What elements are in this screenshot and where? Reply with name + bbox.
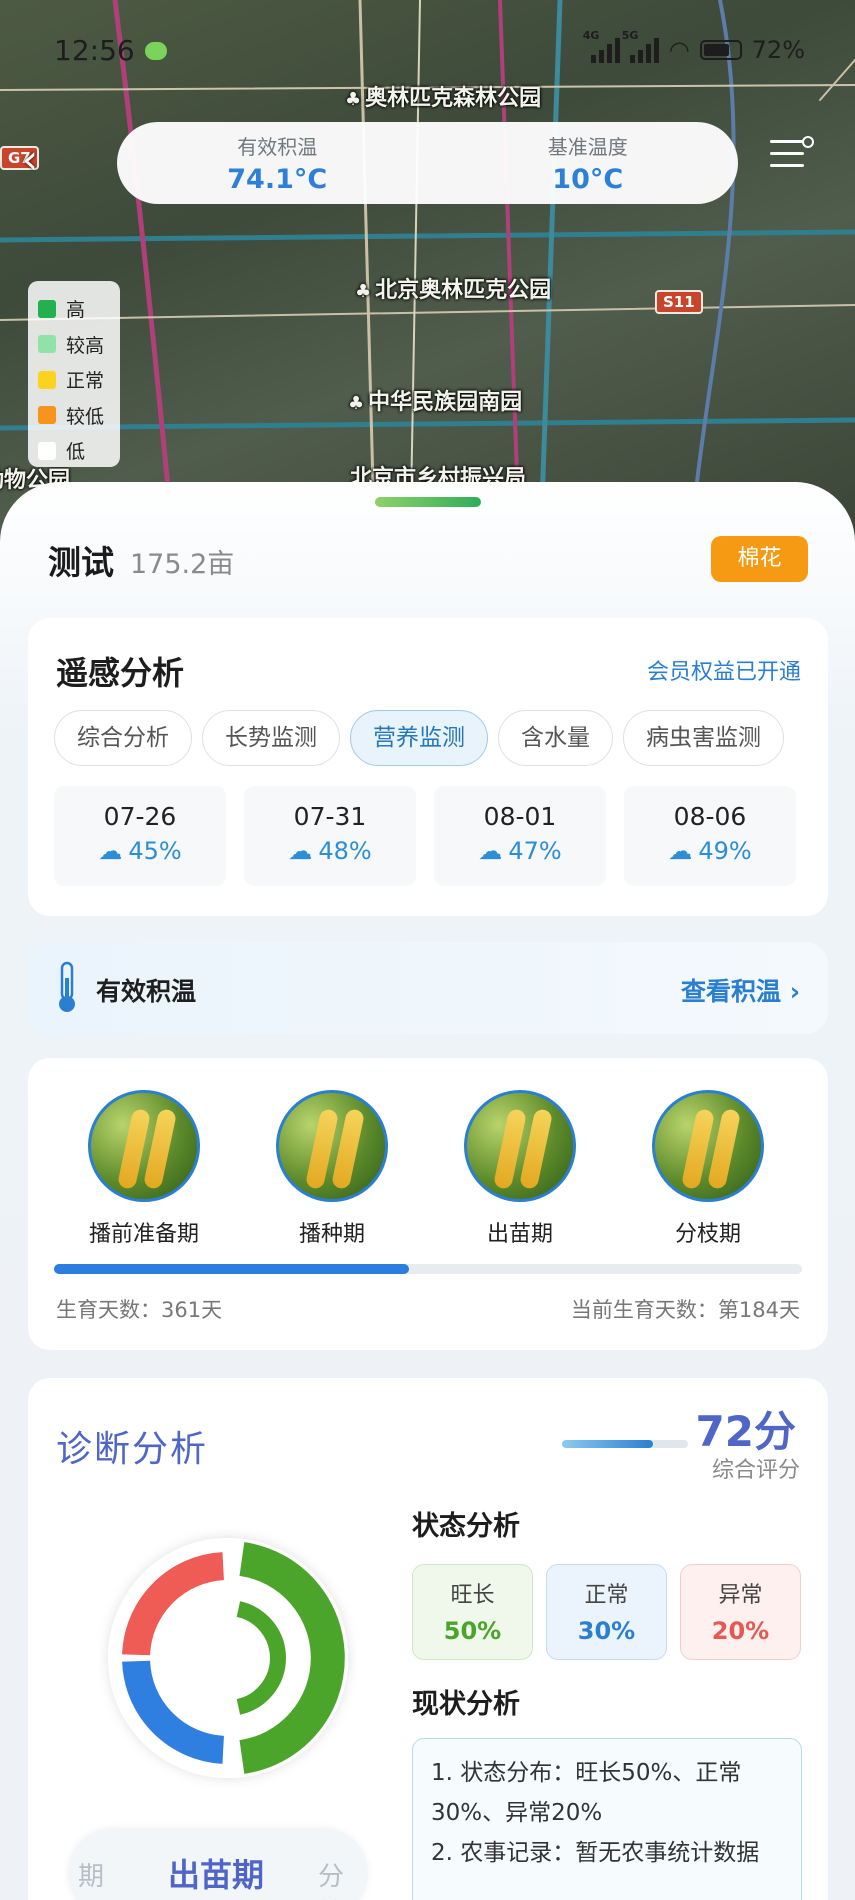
- status-vigorous: 旺长 50%: [412, 1564, 533, 1660]
- status-icons: 4G 5G ◠ 72%: [583, 29, 805, 64]
- tab-growth-monitoring[interactable]: 长势监测: [202, 710, 340, 766]
- score-bar: [562, 1440, 688, 1448]
- effective-temp-title: 有效积温: [96, 977, 197, 1006]
- legend-item: 较高: [38, 327, 110, 363]
- legend-item: 较低: [38, 398, 110, 434]
- corn-image: [88, 1090, 200, 1202]
- diagnosis-title: 诊断分析: [56, 1429, 209, 1470]
- battery-percent: 72%: [751, 36, 805, 64]
- growth-progress-fill: [54, 1264, 410, 1274]
- corn-image: [652, 1090, 764, 1202]
- stage-current[interactable]: 出苗期: [168, 1850, 264, 1896]
- base-temp-label: 基准温度: [547, 135, 628, 159]
- effective-temp-label: 有效积温: [237, 135, 318, 159]
- menu-button[interactable]: [770, 136, 814, 180]
- stage-selector[interactable]: 期 出苗期 分枝: [68, 1828, 368, 1900]
- map-legend: 高 较高 正常 较低 低: [28, 281, 120, 467]
- wechat-icon: [145, 42, 167, 60]
- date-item[interactable]: 08-06 ☁ 49%: [624, 786, 796, 886]
- tab-water-content[interactable]: 含水量: [498, 710, 613, 766]
- tab-comprehensive[interactable]: 综合分析: [54, 710, 192, 766]
- analysis-tabs: 综合分析 长势监测 营养监测 含水量 病虫害监测: [54, 710, 802, 768]
- base-temp-value: 10°C: [552, 164, 624, 195]
- growth-stage-item[interactable]: 分枝期: [628, 1090, 788, 1248]
- map-poi-label: ♣ 北京奥林匹克公园: [355, 278, 552, 303]
- corn-image: [276, 1090, 388, 1202]
- signal-5g-icon: 5G: [622, 29, 659, 63]
- remote-sensing-card: 遥感分析 会员权益已开通 综合分析 长势监测 营养监测 含水量 病虫害监测 07-26 ☁…: [28, 618, 828, 916]
- tab-nutrition-monitoring[interactable]: 营养监测: [350, 710, 488, 766]
- cloud-icon: ☁: [668, 837, 693, 865]
- stage-next[interactable]: 分枝: [318, 1856, 368, 1900]
- diagnosis-card: 诊断分析 72分 综合评分 期 出苗期 分枝 状态分析 旺长50% 正常30% …: [28, 1378, 828, 1900]
- map-poi-label: ♣ 中华民族园南园: [348, 390, 523, 415]
- cloud-icon: ☁: [478, 837, 503, 865]
- status-bar: 12:56 4G 5G ◠ 72%: [0, 29, 855, 74]
- date-item[interactable]: 07-31 ☁ 48%: [244, 786, 416, 886]
- image-date-list: 07-26 ☁ 45% 07-31 ☁ 48% 08-01 ☁ 47% 08-06 ☁ 49%: [54, 786, 824, 886]
- chevron-left-icon: ‹: [22, 137, 38, 183]
- status-analysis-title: 状态分析: [412, 1511, 520, 1542]
- growth-stage-card: 播前准备期 播种期 出苗期 分枝期 生育天数：361天 当前生育天数：第184天: [28, 1058, 828, 1350]
- road-badge: S11: [655, 290, 703, 314]
- growth-stage-item[interactable]: 播种期: [252, 1090, 412, 1248]
- overall-score-label: 综合评分: [711, 1458, 800, 1483]
- status-abnormal: 异常 20%: [680, 1564, 801, 1660]
- member-benefits-link[interactable]: 会员权益已开通: [647, 654, 801, 686]
- stage-prev[interactable]: 期: [78, 1856, 104, 1893]
- base-temp-summary: 基准温度 10°C: [548, 131, 628, 195]
- tab-pest-monitoring[interactable]: 病虫害监测: [623, 710, 784, 766]
- satellite-map[interactable]: ♣奥林匹克森林公园 ♣北京奥林匹克公园 ♣中华民族园南园 北京市乡村振兴局 动物…: [0, 0, 855, 560]
- wifi-icon: ◠: [668, 36, 690, 64]
- signal-4g-icon: 4G: [583, 29, 620, 63]
- map-poi-label: ♣ 奥林匹克森林公园: [345, 86, 542, 111]
- thermometer-icon: [59, 961, 75, 1012]
- effective-temp-value: 74.1°C: [227, 164, 328, 195]
- sheet-drag-handle[interactable]: [375, 497, 481, 507]
- effective-temp-card[interactable]: 有效积温 查看积温 ›: [28, 942, 828, 1034]
- status-normal: 正常 30%: [546, 1564, 667, 1660]
- score-bar-fill: [562, 1440, 653, 1448]
- back-button[interactable]: ‹: [22, 140, 62, 180]
- tree-icon: ♣: [355, 281, 372, 302]
- field-area: 175.2亩: [130, 549, 235, 580]
- tree-icon: ♣: [345, 89, 362, 110]
- remote-sensing-title: 遥感分析: [56, 654, 185, 692]
- date-item[interactable]: 08-01 ☁ 47%: [434, 786, 606, 886]
- temperature-summary: 有效积温 74.1°C 基准温度 10°C: [117, 122, 738, 204]
- cloud-icon: ☁: [98, 837, 123, 865]
- current-analysis-title: 现状分析: [412, 1689, 520, 1720]
- status-time: 12:56: [54, 34, 135, 67]
- total-growth-days: 生育天数：361天: [56, 1298, 223, 1322]
- growth-progress-bar: [54, 1264, 802, 1274]
- current-analysis-text: 1. 状态分布：旺长50%、正常30%、异常20% 2. 农事记录：暂无农事统计…: [412, 1738, 802, 1900]
- legend-item: 低: [38, 433, 110, 469]
- field-name: 测试: [48, 543, 114, 582]
- overall-score: 72分: [695, 1407, 796, 1456]
- effective-temp-summary: 有效积温 74.1°C: [227, 131, 327, 195]
- growth-stage-item[interactable]: 出苗期: [440, 1090, 600, 1248]
- status-donut-chart: [108, 1538, 348, 1778]
- battery-icon: [699, 40, 742, 60]
- crop-badge[interactable]: 棉花: [711, 536, 808, 582]
- growth-stage-item[interactable]: 播前准备期: [64, 1090, 224, 1248]
- corn-image: [464, 1090, 576, 1202]
- date-item[interactable]: 07-26 ☁ 45%: [54, 786, 226, 886]
- current-growth-day: 当前生育天数：第184天: [570, 1298, 800, 1322]
- cloud-icon: ☁: [288, 837, 313, 865]
- legend-item: 高: [38, 291, 110, 327]
- legend-item: 正常: [38, 362, 110, 398]
- view-accumulated-temp-link[interactable]: 查看积温 ›: [681, 972, 800, 1008]
- tree-icon: ♣: [348, 393, 365, 414]
